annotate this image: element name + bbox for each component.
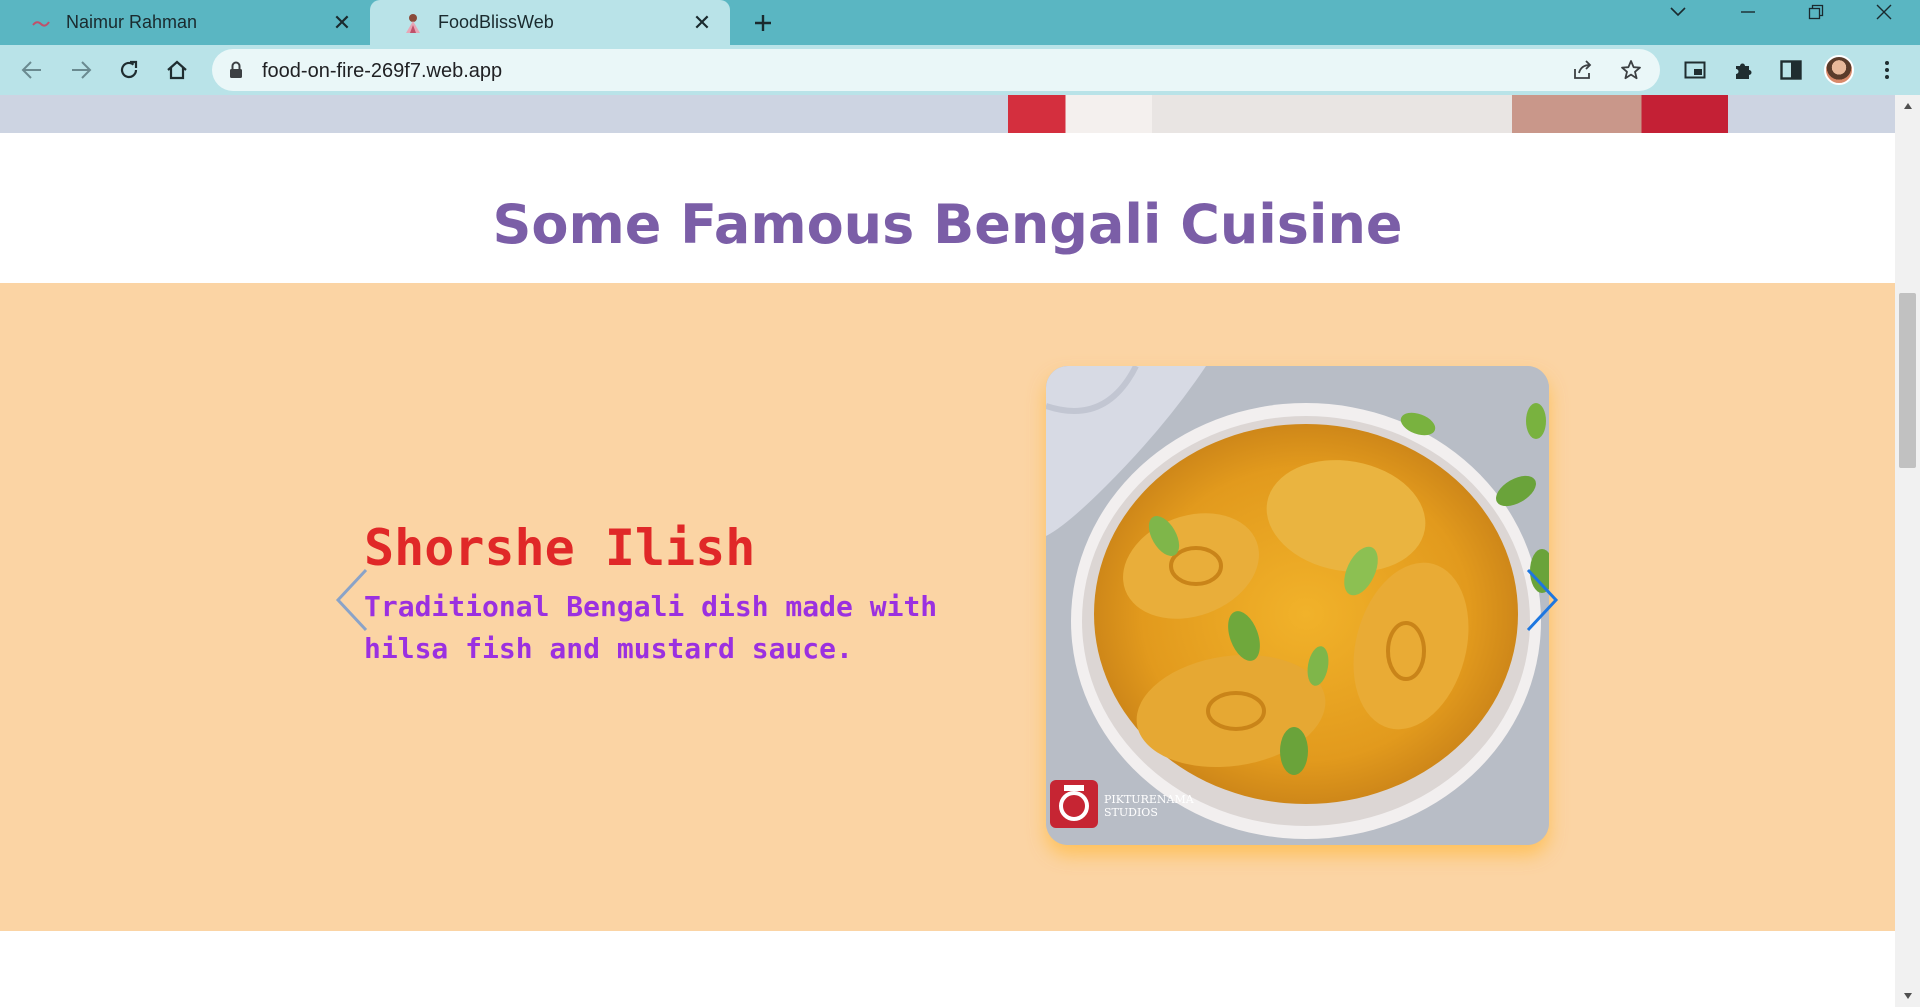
close-window-icon[interactable] [1854, 0, 1914, 24]
picture-in-picture-icon[interactable] [1678, 53, 1712, 87]
dish-image: PIKTURENAMA STUDIOS [1046, 366, 1549, 845]
tab-strip: Naimur Rahman ✕ FoodBlissWeb ✕ [0, 0, 1920, 45]
dish-name: Shorshe Ilish [364, 519, 756, 577]
profile-avatar[interactable] [1822, 53, 1856, 87]
slide-text: Shorshe Ilish Traditional Bengali dish m… [364, 518, 1034, 670]
extensions-puzzle-icon[interactable] [1726, 53, 1760, 87]
home-icon[interactable] [160, 53, 194, 87]
avatar [1824, 55, 1854, 85]
lock-icon[interactable] [228, 60, 244, 85]
hero-banner-bottom [0, 95, 1895, 133]
back-arrow-icon[interactable] [15, 53, 49, 87]
new-tab-button[interactable] [748, 0, 778, 45]
scrollbar-thumb[interactable] [1899, 293, 1916, 468]
close-tab-icon[interactable]: ✕ [328, 9, 356, 37]
watermark-line2: STUDIOS [1104, 806, 1158, 819]
share-icon[interactable] [1566, 53, 1600, 87]
tab-naimur-rahman[interactable]: Naimur Rahman ✕ [0, 0, 370, 45]
tab-title: Naimur Rahman [66, 12, 198, 32]
restore-icon[interactable] [1786, 0, 1846, 24]
address-bar[interactable]: food-on-fire-269f7.web.app [212, 49, 1660, 91]
tab-foodblissweb[interactable]: FoodBlissWeb ✕ [370, 0, 730, 45]
carousel-next-button[interactable] [1520, 565, 1564, 635]
reload-icon[interactable] [112, 53, 146, 87]
dish-description: Traditional Bengali dish made with hilsa… [364, 590, 938, 665]
browser-toolbar: food-on-fire-269f7.web.app [0, 45, 1920, 95]
cuisine-carousel: Shorshe Ilish Traditional Bengali dish m… [0, 283, 1895, 931]
bookmark-star-icon[interactable] [1614, 53, 1648, 87]
tab-search-chevron-icon[interactable] [1648, 0, 1708, 24]
menu-kebab-icon[interactable] [1870, 53, 1904, 87]
url-text[interactable]: food-on-fire-269f7.web.app [262, 60, 502, 83]
watermark-line1: PIKTURENAMA [1104, 793, 1195, 806]
profile-favicon-icon [30, 12, 52, 34]
scroll-up-arrow-icon[interactable] [1895, 95, 1920, 117]
chevron-right-icon [1526, 568, 1559, 632]
minimize-icon[interactable] [1718, 0, 1778, 24]
hero-image [1008, 95, 1728, 133]
section-title: Some Famous Bengali Cuisine [492, 193, 1403, 256]
shorshe-ilish-photo: PIKTURENAMA STUDIOS [1046, 366, 1549, 845]
forward-arrow-icon[interactable] [64, 53, 98, 87]
carousel-prev-button[interactable] [330, 565, 374, 635]
chevron-left-icon [335, 568, 368, 632]
side-panel-icon[interactable] [1774, 53, 1808, 87]
close-tab-icon[interactable]: ✕ [688, 9, 716, 37]
page-viewport: Some Famous Bengali Cuisine Shorshe Ilis… [0, 95, 1895, 1007]
tab-title: FoodBlissWeb [438, 12, 554, 32]
page-scrollbar[interactable] [1895, 95, 1920, 1007]
foodbliss-favicon-icon [402, 12, 424, 34]
scroll-down-arrow-icon[interactable] [1895, 985, 1920, 1007]
